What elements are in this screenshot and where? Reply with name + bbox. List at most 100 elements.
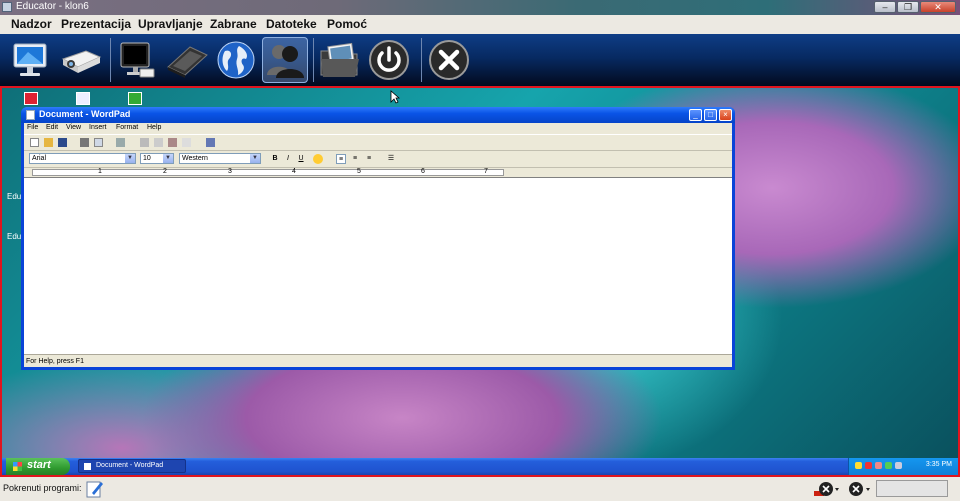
remote-taskbar: start Document - WordPad 3:35 PM bbox=[2, 458, 958, 475]
underline-button[interactable]: U bbox=[296, 154, 306, 164]
blank-screen-button[interactable] bbox=[114, 37, 160, 83]
wordpad-menu-bar: File Edit View Insert Format Help bbox=[24, 123, 732, 134]
chevron-down-icon[interactable]: ▼ bbox=[163, 154, 173, 163]
copy-icon[interactable] bbox=[154, 138, 163, 147]
wordpad-status-bar: For Help, press F1 bbox=[24, 354, 732, 367]
ruler-number: 2 bbox=[163, 168, 167, 175]
wordpad-close-button[interactable]: × bbox=[719, 109, 732, 121]
desktop-icon[interactable] bbox=[128, 92, 142, 105]
bullets-icon[interactable]: ☰ bbox=[386, 154, 396, 164]
blank-screen-icon bbox=[120, 42, 155, 78]
wordpad-menu-insert[interactable]: Insert bbox=[89, 124, 107, 131]
keyboard-button[interactable] bbox=[164, 37, 210, 83]
menu-prezentacija[interactable]: Prezentacija bbox=[61, 17, 131, 31]
ruler-number: 4 bbox=[292, 168, 296, 175]
desktop-side-label: Edu bbox=[7, 232, 22, 241]
document-icon bbox=[26, 110, 35, 120]
menu-bar: Nadzor Prezentacija Upravljanje Zabrane … bbox=[0, 15, 960, 34]
menu-upravljanje[interactable]: Upravljanje bbox=[138, 17, 203, 31]
wordpad-format-bar: Arial ▼ 10 ▼ Western ▼ B I U ≡ ≡ ≡ ☰ bbox=[24, 151, 732, 168]
tray-icon[interactable] bbox=[865, 462, 872, 469]
desktop-icon[interactable] bbox=[76, 92, 90, 105]
menu-nadzor[interactable]: Nadzor bbox=[11, 17, 52, 31]
chevron-down-icon[interactable]: ▼ bbox=[125, 154, 135, 163]
windows-logo-icon bbox=[13, 462, 22, 471]
wordpad-document-area[interactable] bbox=[24, 177, 732, 355]
find-icon[interactable] bbox=[116, 138, 125, 147]
align-right-icon[interactable]: ≡ bbox=[364, 154, 374, 164]
minimize-button[interactable]: – bbox=[874, 1, 896, 13]
tray-icon[interactable] bbox=[885, 462, 892, 469]
monitor-button[interactable] bbox=[8, 37, 54, 83]
start-button[interactable]: start bbox=[6, 458, 70, 475]
desktop-side-label: Edu bbox=[7, 192, 22, 201]
volume-icon[interactable] bbox=[895, 462, 902, 469]
font-select[interactable]: Arial ▼ bbox=[29, 153, 136, 164]
close-window-button[interactable]: ✕ bbox=[920, 1, 956, 13]
globe-icon bbox=[217, 41, 255, 79]
status-field bbox=[876, 480, 948, 497]
close-icon[interactable] bbox=[845, 480, 873, 498]
remote-screen[interactable]: Edu Edu Document - WordPad _ □ × File Ed… bbox=[0, 86, 960, 477]
wordpad-maximize-button[interactable]: □ bbox=[704, 109, 717, 121]
wordpad-menu-view[interactable]: View bbox=[66, 124, 81, 131]
align-left-icon[interactable]: ≡ bbox=[336, 154, 346, 164]
wordpad-standard-toolbar bbox=[24, 134, 732, 151]
folder-photo-icon bbox=[320, 42, 359, 77]
internet-button[interactable] bbox=[213, 37, 259, 83]
undo-icon[interactable] bbox=[182, 138, 191, 147]
script-select[interactable]: Western ▼ bbox=[179, 153, 261, 164]
new-icon[interactable] bbox=[30, 138, 39, 147]
desktop-icon[interactable] bbox=[24, 92, 38, 105]
status-bar: Pokrenuti programi: bbox=[0, 477, 960, 501]
date-time-icon[interactable] bbox=[206, 138, 215, 147]
font-value: Arial bbox=[32, 155, 47, 162]
menu-zabrane[interactable]: Zabrane bbox=[210, 17, 257, 31]
ruler-number: 5 bbox=[357, 168, 361, 175]
wordpad-menu-format[interactable]: Format bbox=[116, 124, 138, 131]
open-icon[interactable] bbox=[44, 138, 53, 147]
wordpad-menu-file[interactable]: File bbox=[27, 124, 38, 131]
toolbar-separator bbox=[313, 38, 314, 82]
font-size-value: 10 bbox=[143, 155, 151, 162]
mouse-cursor-icon bbox=[390, 90, 400, 104]
power-icon bbox=[369, 40, 409, 80]
menu-pomoc[interactable]: Pomoć bbox=[327, 17, 367, 31]
files-button[interactable] bbox=[317, 37, 363, 83]
wordpad-menu-help[interactable]: Help bbox=[147, 124, 161, 131]
italic-button[interactable]: I bbox=[283, 154, 293, 164]
wordpad-menu-edit[interactable]: Edit bbox=[46, 124, 58, 131]
wordpad-minimize-button[interactable]: _ bbox=[689, 109, 702, 121]
power-button[interactable] bbox=[366, 37, 412, 83]
main-toolbar bbox=[0, 34, 960, 86]
maximize-button[interactable]: ❐ bbox=[897, 1, 919, 13]
bold-button[interactable]: B bbox=[270, 154, 280, 164]
align-center-icon[interactable]: ≡ bbox=[350, 154, 360, 164]
wordpad-title-bar[interactable]: Document - WordPad _ □ × bbox=[21, 107, 735, 123]
ruler-band bbox=[32, 169, 504, 176]
print-icon[interactable] bbox=[80, 138, 89, 147]
projector-icon bbox=[61, 50, 102, 73]
wordpad-title: Document - WordPad bbox=[39, 109, 131, 119]
users-icon bbox=[267, 45, 304, 78]
toolbar-separator bbox=[421, 38, 422, 82]
taskbar-item-wordpad[interactable]: Document - WordPad bbox=[78, 459, 186, 473]
cut-icon[interactable] bbox=[140, 138, 149, 147]
disconnect-icon[interactable] bbox=[812, 480, 840, 498]
wordpad-window[interactable]: Document - WordPad _ □ × File Edit View … bbox=[21, 107, 735, 370]
chevron-down-icon[interactable]: ▼ bbox=[250, 154, 260, 163]
shield-icon[interactable] bbox=[855, 462, 862, 469]
paste-icon[interactable] bbox=[168, 138, 177, 147]
tray-icon[interactable] bbox=[875, 462, 882, 469]
projector-button[interactable] bbox=[58, 37, 104, 83]
script-value: Western bbox=[182, 155, 208, 162]
menu-datoteke[interactable]: Datoteke bbox=[266, 17, 317, 31]
toolbar-separator bbox=[110, 38, 111, 82]
print-preview-icon[interactable] bbox=[94, 138, 103, 147]
save-icon[interactable] bbox=[58, 138, 67, 147]
color-icon[interactable] bbox=[313, 154, 323, 164]
close-session-button[interactable] bbox=[426, 37, 472, 83]
wordpad-program-icon[interactable] bbox=[85, 479, 105, 499]
users-button[interactable] bbox=[262, 37, 308, 83]
font-size-select[interactable]: 10 ▼ bbox=[140, 153, 174, 164]
